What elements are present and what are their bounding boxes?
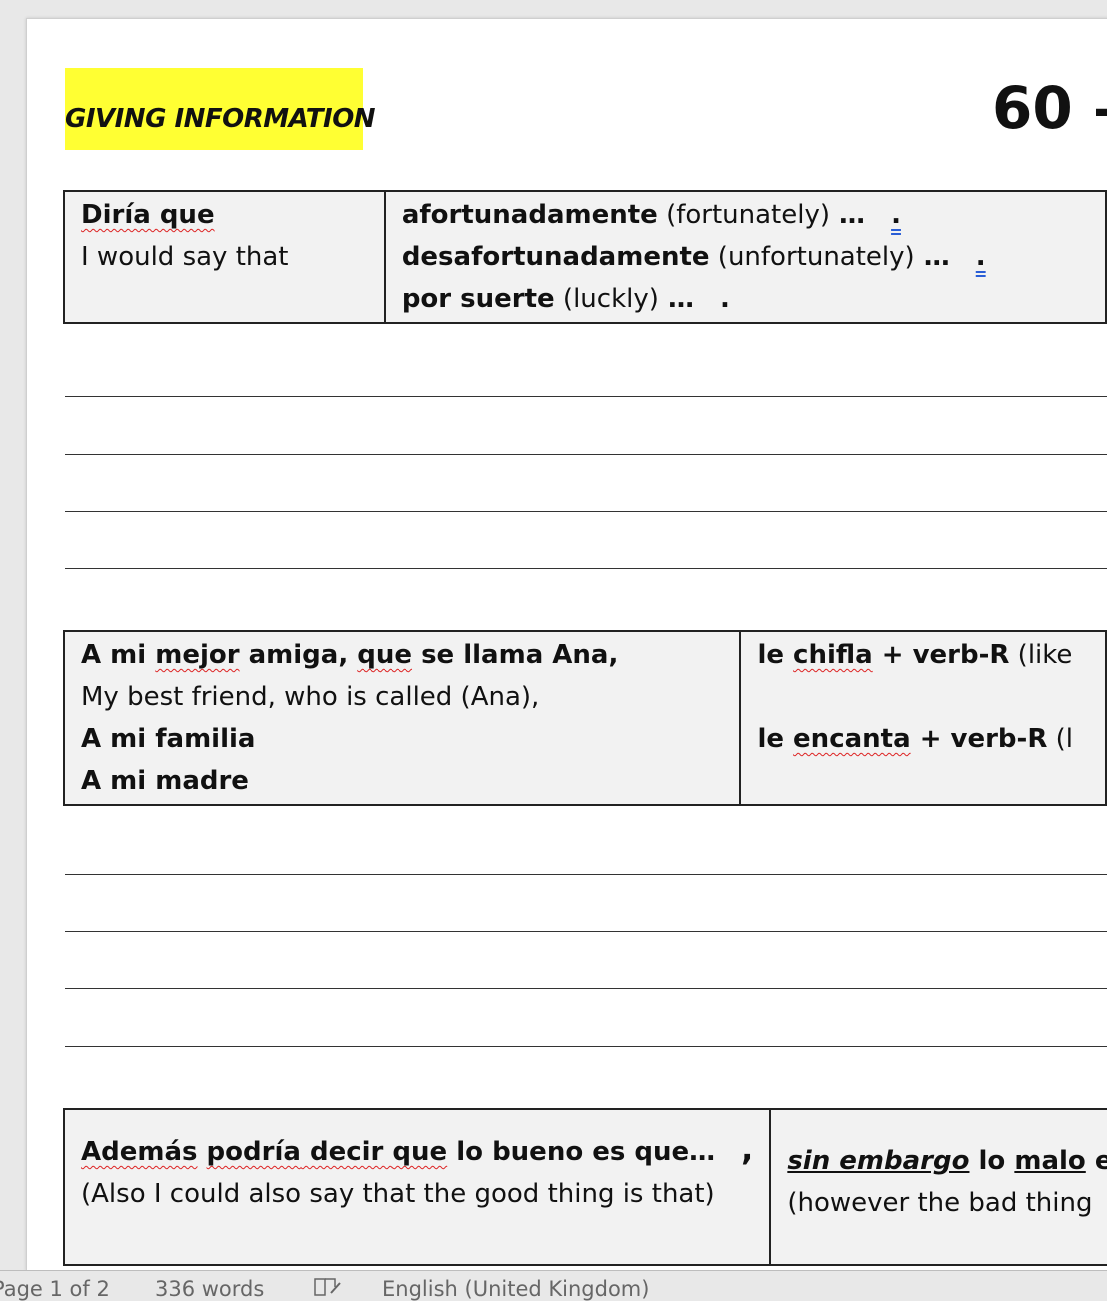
table1-right-cell[interactable]: afortunadamente (fortunately) …. desafor… — [383, 190, 1107, 324]
contrast-translation: (however the bad thing — [787, 1188, 1093, 1218]
status-bar: Page 1 of 2 336 words English (United Ki… — [0, 1270, 1107, 1301]
phrase-spanish: Diría que — [81, 200, 215, 230]
section-heading: GIVING INFORMATION — [65, 104, 376, 134]
phrase-table-2[interactable]: A mi mejor amiga, que se llama Ana, My b… — [62, 630, 1107, 806]
contrast-phrase: sin embargo lo malo es — [787, 1146, 1107, 1176]
language-indicator[interactable]: English (United Kingdom) — [382, 1277, 649, 1301]
table1-left-cell[interactable]: Diría que I would say that — [63, 190, 386, 324]
phrase-row-1: afortunadamente (fortunately) …. — [401, 200, 901, 230]
table3-left-cell[interactable]: Además podría decir que lo bueno es que…… — [62, 1108, 772, 1266]
phrase-line-4: A mi madre — [81, 766, 249, 796]
phrase-line-2: My best friend, who is called (Ana), — [81, 682, 540, 712]
table2-left-cell[interactable]: A mi mejor amiga, que se llama Ana, My b… — [62, 630, 742, 806]
writing-line[interactable] — [65, 931, 1107, 932]
writing-line[interactable] — [65, 454, 1107, 455]
writing-line[interactable] — [65, 568, 1107, 569]
phrase-row-2: desafortunadamente (unfortunately) …. — [401, 242, 986, 272]
phrase-line-2: (Also I could also say that the good thi… — [81, 1179, 715, 1209]
writing-line[interactable] — [65, 511, 1107, 512]
proofing-icon[interactable] — [313, 1277, 343, 1297]
phrase-english: I would say that — [81, 242, 289, 272]
page-count[interactable]: Page 1 of 2 — [0, 1277, 110, 1301]
writing-line[interactable] — [65, 1046, 1107, 1047]
writing-line[interactable] — [65, 396, 1107, 397]
table2-right-cell[interactable]: le chifla + verb-R (like le encanta + ve… — [739, 630, 1107, 806]
verb-phrase-2: le encanta + verb-R (l — [757, 724, 1073, 754]
phrase-table-1[interactable]: Diría que I would say that afortunadamen… — [63, 190, 1107, 324]
phrase-table-3[interactable]: Además podría decir que lo bueno es que…… — [62, 1108, 1107, 1266]
phrase-line-1: Además podría decir que lo bueno es que…… — [81, 1130, 754, 1168]
writing-line[interactable] — [65, 874, 1107, 875]
word-count[interactable]: 336 words — [155, 1277, 264, 1301]
time-title: 60 – — [992, 74, 1107, 142]
verb-phrase-1: le chifla + verb-R (like — [757, 640, 1073, 670]
phrase-line-3: A mi familia — [81, 724, 256, 754]
phrase-row-3: por suerte (luckly) …. — [401, 284, 730, 314]
table3-right-cell[interactable]: sin embargo lo malo es (however the bad … — [769, 1108, 1107, 1266]
phrase-line-1: A mi mejor amiga, que se llama Ana, — [81, 640, 619, 670]
writing-line[interactable] — [65, 988, 1107, 989]
